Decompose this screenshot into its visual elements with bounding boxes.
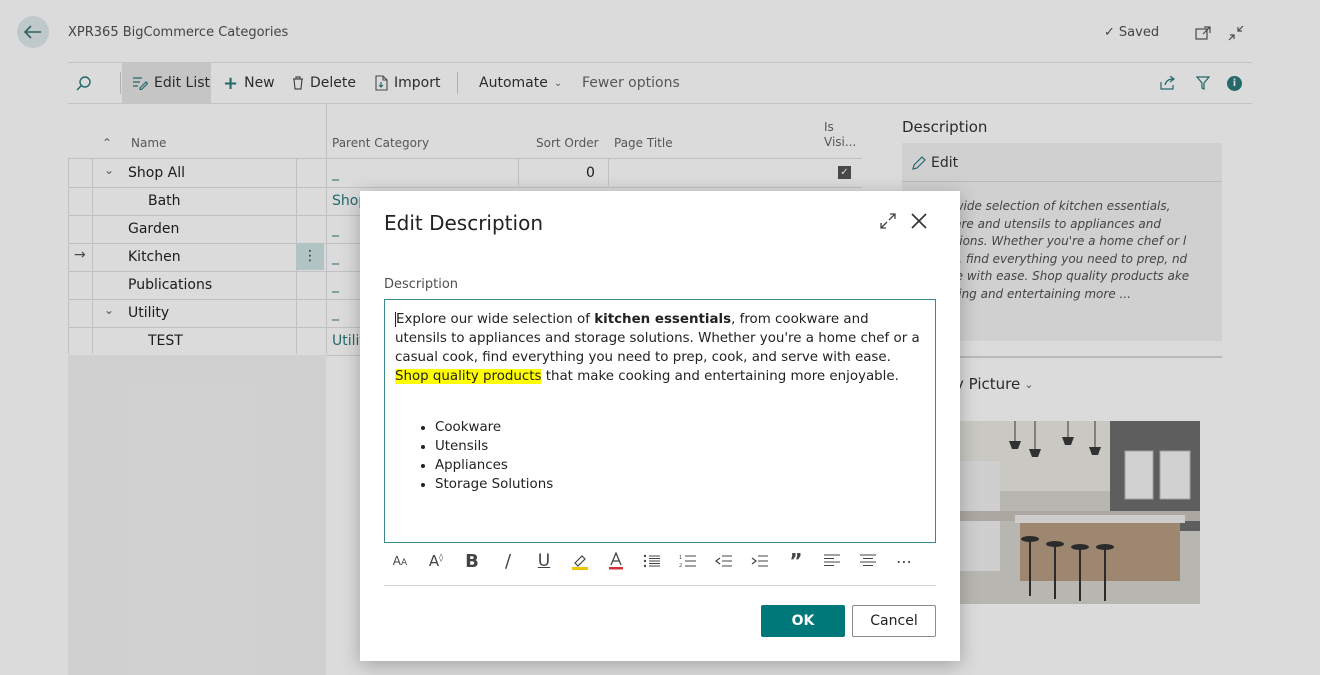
- underline-button[interactable]: U: [533, 550, 555, 572]
- bullet-item: Appliances: [435, 456, 920, 475]
- editor-bullet-list: Cookware Utensils Appliances Storage Sol…: [395, 418, 920, 494]
- font-style-icon: A◊: [428, 552, 444, 570]
- italic-icon: /: [504, 550, 512, 572]
- font-color-button[interactable]: [605, 550, 627, 572]
- dialog-divider: [384, 585, 936, 586]
- expand-icon: [880, 213, 896, 229]
- font-style-button[interactable]: A◊: [425, 550, 447, 572]
- expand-button[interactable]: [879, 212, 899, 232]
- decrease-indent-button[interactable]: [713, 550, 735, 572]
- close-button[interactable]: [910, 212, 930, 232]
- ok-button[interactable]: OK: [761, 605, 845, 637]
- underline-icon: U: [537, 551, 551, 571]
- font-color-icon: [609, 552, 623, 570]
- highlight-button[interactable]: [569, 550, 591, 572]
- bullet-item: Cookware: [435, 418, 920, 437]
- highlighter-icon: [572, 555, 588, 570]
- align-left-icon: [824, 554, 840, 566]
- editor-text-part: Explore our wide selection of: [396, 312, 595, 327]
- numbered-list-icon: 12: [679, 555, 696, 568]
- align-center-icon: [860, 554, 876, 566]
- bullet-item: Storage Solutions: [435, 475, 920, 494]
- description-editor[interactable]: Explore our wide selection of kitchen es…: [384, 299, 936, 543]
- font-size-icon: AA: [392, 554, 408, 568]
- bold-button[interactable]: B: [461, 550, 483, 572]
- bullet-list-icon: [643, 554, 660, 568]
- quote-button[interactable]: ”: [785, 549, 807, 573]
- increase-indent-icon: [751, 555, 768, 567]
- quote-icon: ”: [789, 549, 803, 573]
- editor-highlighted-text: Shop quality products: [395, 369, 542, 384]
- description-editor-content[interactable]: Explore our wide selection of kitchen es…: [395, 310, 920, 494]
- svg-text:2: 2: [679, 563, 682, 568]
- more-icon: ⋯: [896, 551, 912, 571]
- editor-text-part: that make cooking and entertaining more …: [541, 369, 899, 384]
- bold-icon: B: [465, 550, 479, 572]
- more-formatting-button[interactable]: ⋯: [893, 550, 915, 572]
- align-left-button[interactable]: [821, 550, 843, 572]
- italic-button[interactable]: /: [497, 550, 519, 572]
- font-size-button[interactable]: AA: [389, 550, 411, 572]
- decrease-indent-icon: [715, 555, 732, 567]
- close-icon: [911, 213, 927, 229]
- bullet-item: Utensils: [435, 437, 920, 456]
- dialog-title: Edit Description: [384, 211, 543, 235]
- numbered-list-button[interactable]: 12: [677, 550, 699, 572]
- svg-text:1: 1: [679, 555, 682, 561]
- increase-indent-button[interactable]: [749, 550, 771, 572]
- align-center-button[interactable]: [857, 550, 879, 572]
- cancel-button[interactable]: Cancel: [852, 605, 936, 637]
- bullet-list-button[interactable]: [641, 550, 663, 572]
- edit-description-dialog: Edit Description Description Explore our…: [360, 191, 960, 661]
- editor-bold-text: kitchen essentials: [594, 312, 732, 327]
- description-field-label: Description: [384, 277, 459, 292]
